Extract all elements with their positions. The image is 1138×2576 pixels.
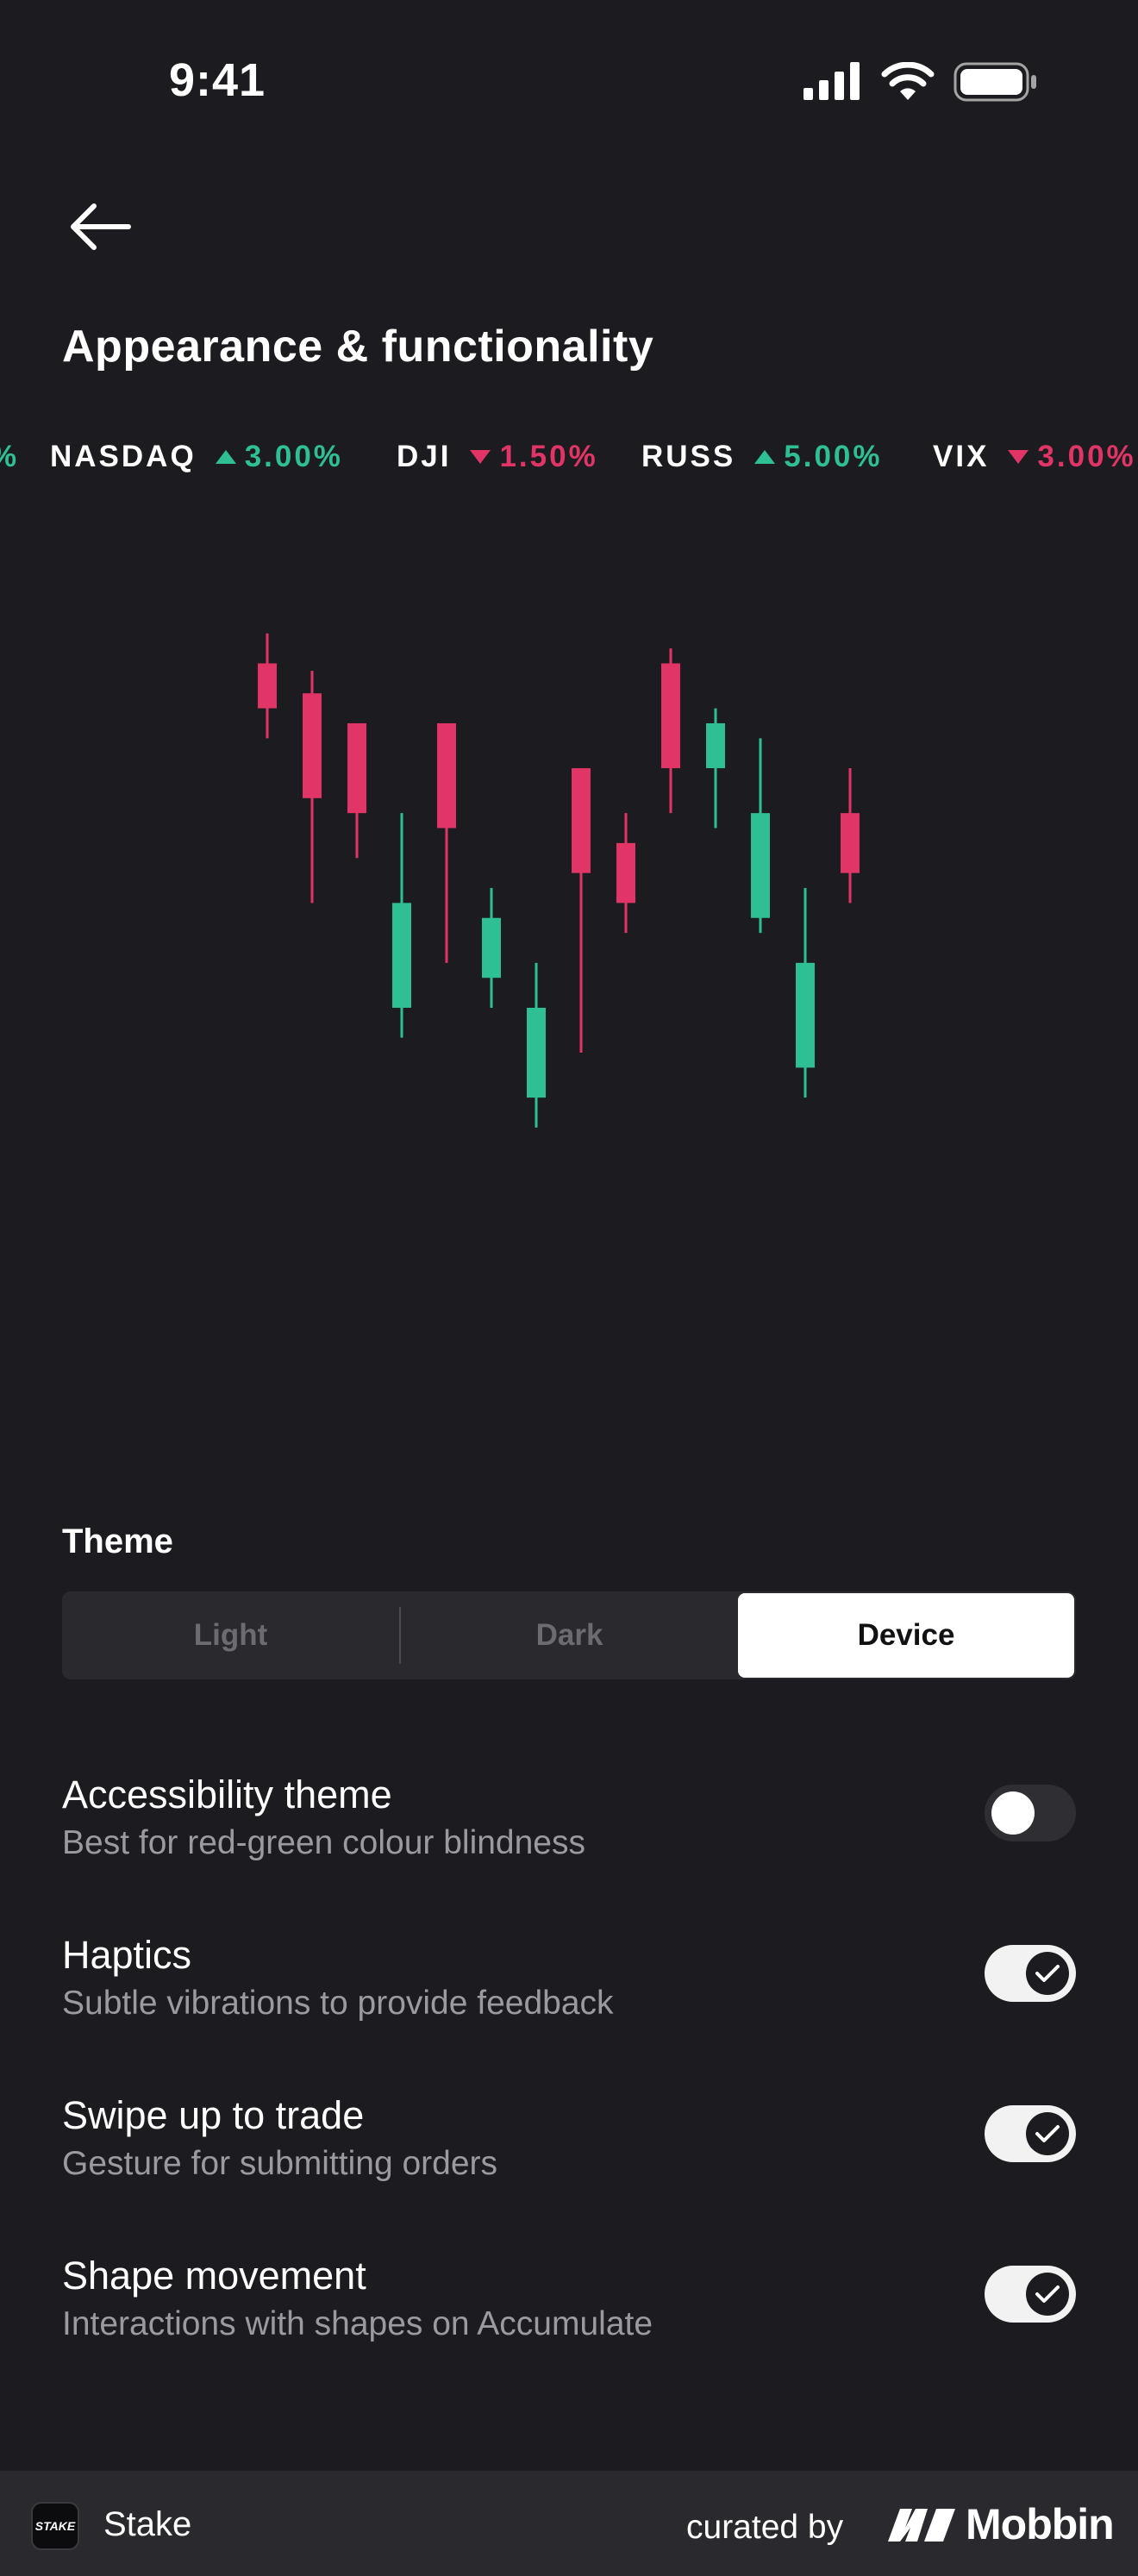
- mobbin-brand: Mobbin: [886, 2500, 1115, 2548]
- candle-body: [347, 722, 366, 814]
- battery-icon: [954, 62, 1036, 102]
- ticker-name: NASDAQ: [50, 440, 197, 473]
- candle: [751, 738, 770, 934]
- candle-body: [572, 768, 591, 873]
- setting-subtitle: Subtle vibrations to provide feedback: [62, 1985, 614, 2022]
- setting-accessibility-theme: Accessibility theme Best for red-green c…: [62, 1773, 1076, 1876]
- setting-subtitle: Interactions with shapes on Accumulate: [62, 2305, 653, 2342]
- market-ticker: % NASDAQ 3.00% DJI 1.50% RUSS 5.00% VIX …: [0, 431, 1138, 483]
- setting-title: Shape movement: [62, 2254, 366, 2298]
- ticker-change: 5.00%: [784, 440, 883, 473]
- toggle-knob: [1026, 2112, 1069, 2155]
- ticker-change: 3.00%: [244, 440, 343, 473]
- signal-icon: [803, 62, 860, 100]
- checkmark-icon: [1035, 2285, 1060, 2303]
- theme-option-device[interactable]: Device: [738, 1593, 1074, 1678]
- theme-option-dark[interactable]: Dark: [401, 1591, 738, 1679]
- setting-swipe-up-to-trade: Swipe up to trade Gesture for submitting…: [62, 2093, 1076, 2197]
- candlestick-chart: [258, 633, 860, 1128]
- page-title: Appearance & functionality: [62, 322, 654, 372]
- setting-subtitle: Gesture for submitting orders: [62, 2145, 498, 2182]
- ticker-change: 1.50%: [499, 440, 598, 473]
- theme-segmented-control: Light Dark Device: [62, 1591, 1076, 1679]
- stake-logo: STAKE: [31, 2502, 79, 2550]
- ticker-name: RUSS: [641, 440, 736, 473]
- candle-body: [437, 722, 456, 828]
- candle: [258, 633, 277, 739]
- status-icons: [802, 62, 1060, 105]
- arrow-down-icon: [470, 450, 491, 464]
- candle-body: [616, 842, 635, 903]
- footer-brand-text: Mobbin: [966, 2500, 1115, 2548]
- ticker-item-partial: %: [0, 438, 19, 476]
- ticker-name: VIX: [933, 440, 990, 473]
- candle: [347, 722, 366, 859]
- candle: [437, 722, 456, 963]
- candle: [482, 888, 501, 1008]
- arrow-up-icon: [215, 450, 236, 464]
- candle-body: [706, 722, 725, 769]
- candle: [841, 768, 860, 903]
- ticker-item: VIX 3.00%: [933, 438, 1136, 476]
- candle-body: [392, 903, 411, 1008]
- toggle-knob: [991, 1791, 1035, 1835]
- setting-title: Accessibility theme: [62, 1773, 392, 1816]
- candle-body: [482, 917, 501, 979]
- wifi-icon: [881, 62, 935, 100]
- candle-body: [751, 813, 770, 918]
- status-time: 9:41: [169, 54, 266, 106]
- checkmark-icon: [1035, 1965, 1060, 1982]
- theme-label: Theme: [62, 1522, 173, 1560]
- status-bar: 9:41: [0, 0, 1138, 164]
- setting-title: Haptics: [62, 1933, 192, 1977]
- candle-body: [796, 962, 815, 1068]
- ticker-item: NASDAQ 3.00%: [50, 438, 343, 476]
- footer-app-name: Stake: [103, 2505, 192, 2543]
- toggle-knob: [1026, 1952, 1069, 1995]
- candle: [796, 888, 815, 1098]
- candle-body: [527, 1007, 546, 1098]
- candle-body: [258, 663, 277, 709]
- candle: [616, 813, 635, 934]
- haptics-toggle[interactable]: [985, 1945, 1076, 2002]
- swipe-up-to-trade-toggle[interactable]: [985, 2105, 1076, 2162]
- footer-bar: STAKE Stake curated by Mobbin: [0, 2471, 1138, 2576]
- checkmark-icon: [1035, 2125, 1060, 2142]
- ticker-name: DJI: [397, 440, 452, 473]
- mobbin-logo-icon: [888, 2509, 955, 2542]
- candle: [706, 708, 725, 828]
- candle: [527, 962, 546, 1128]
- arrow-up-icon: [754, 450, 776, 464]
- ticker-change: 3.00%: [1037, 440, 1136, 473]
- arrow-left-icon: [71, 203, 131, 250]
- candle: [572, 768, 591, 1054]
- candle-body: [841, 813, 860, 873]
- back-button[interactable]: [60, 197, 138, 257]
- ticker-item: DJI 1.50%: [397, 438, 598, 476]
- setting-haptics: Haptics Subtle vibrations to provide fee…: [62, 1933, 1076, 2036]
- candle-body: [303, 693, 322, 798]
- setting-shape-movement: Shape movement Interactions with shapes …: [62, 2254, 1076, 2357]
- shape-movement-toggle[interactable]: [985, 2266, 1076, 2323]
- setting-title: Swipe up to trade: [62, 2093, 365, 2137]
- candle-body: [661, 663, 680, 769]
- candle: [392, 813, 411, 1038]
- accessibility-theme-toggle[interactable]: [985, 1785, 1076, 1841]
- candle: [661, 648, 680, 814]
- arrow-down-icon: [1008, 450, 1029, 464]
- setting-subtitle: Best for red-green colour blindness: [62, 1824, 585, 1861]
- ticker-item: RUSS 5.00%: [641, 438, 883, 476]
- toggle-knob: [1026, 2273, 1069, 2316]
- candle: [303, 671, 322, 903]
- footer-curated-by: curated by: [686, 2509, 844, 2546]
- theme-option-light[interactable]: Light: [62, 1591, 399, 1679]
